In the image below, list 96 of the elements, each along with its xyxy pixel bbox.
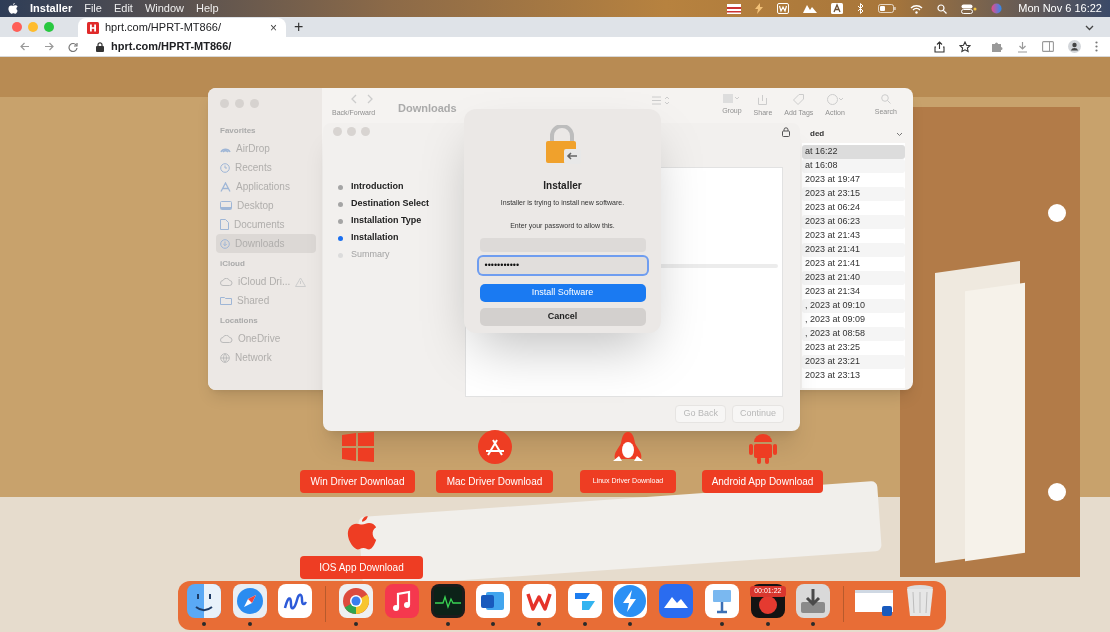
toggle-switches-icon[interactable]: [961, 3, 978, 14]
apple-icon[interactable]: [8, 3, 18, 14]
password-field[interactable]: •••••••••••: [478, 257, 647, 274]
star-icon[interactable]: [959, 40, 971, 53]
date-cell[interactable]: at 16:22: [802, 145, 905, 159]
music-note-icon[interactable]: [384, 584, 419, 618]
url-field[interactable]: hprt.com/HPRT-MT866/: [111, 38, 232, 55]
lock-icon: [782, 126, 790, 137]
sidebar-icon[interactable]: [1042, 41, 1054, 52]
menu-item[interactable]: Edit: [113, 0, 133, 17]
tab-title: hprt.com/HPRT-MT866/: [105, 20, 222, 36]
download-button[interactable]: Win Driver Download: [300, 470, 415, 493]
download-button[interactable]: IOS App Download: [300, 556, 423, 579]
search-icon: [880, 94, 891, 104]
apple-icon: [345, 516, 378, 550]
date-cell[interactable]: , 2023 at 08:58: [802, 327, 905, 341]
chevron-down-icon[interactable]: [1085, 25, 1094, 31]
back-arrow-icon[interactable]: [20, 42, 30, 51]
date-cell[interactable]: 2023 at 21:41: [802, 243, 905, 257]
share-icon: [758, 94, 768, 105]
forward-arrow-icon[interactable]: [44, 42, 54, 51]
sidebar-heading: Locations: [219, 315, 259, 327]
globe-icon: [220, 352, 230, 363]
tag-icon: [793, 94, 805, 105]
bluetooth-icon[interactable]: [857, 3, 865, 14]
striped-flag-icon[interactable]: [727, 3, 742, 14]
favicon-icon: [87, 21, 99, 34]
date-cell[interactable]: 2023 at 23:15: [802, 187, 905, 201]
more-menu-icon[interactable]: [1095, 41, 1098, 52]
date-cell[interactable]: , 2023 at 09:10: [802, 299, 905, 313]
sidebar-heading: Favorites: [219, 125, 257, 137]
sidebar-heading: iCloud: [219, 258, 246, 270]
document-icon[interactable]: [476, 584, 511, 618]
app-store-icon: [477, 430, 512, 464]
clock-icon: [220, 162, 230, 173]
mountain-icon[interactable]: [803, 4, 818, 13]
monitor-icon: [220, 201, 232, 210]
download-circle-icon: [220, 238, 230, 249]
dialog-title: Installer: [543, 179, 582, 193]
cloud-icon: [220, 334, 233, 343]
reload-icon[interactable]: [68, 41, 78, 52]
step-label: Destination Select: [351, 197, 430, 211]
trash-icon[interactable]: [905, 584, 936, 618]
step-label: Introduction: [351, 180, 404, 194]
date-cell[interactable]: at 16:08: [802, 159, 905, 173]
boxed-w-icon[interactable]: [777, 3, 790, 14]
blocks-icon[interactable]: [567, 584, 602, 618]
download-button[interactable]: Android App Download: [702, 470, 823, 493]
boxed-a-icon[interactable]: [831, 3, 844, 14]
search-icon[interactable]: [937, 3, 948, 14]
date-cell[interactable]: 2023 at 23:21: [802, 355, 905, 369]
mountain-icon[interactable]: [659, 584, 694, 618]
document-icon: [220, 219, 229, 230]
penguin-icon: [611, 431, 645, 463]
podium-icon[interactable]: [704, 584, 739, 618]
lightning-icon[interactable]: [755, 3, 764, 14]
menu-app-name[interactable]: Installer: [30, 0, 73, 17]
ellipsis-circle-icon: [826, 94, 844, 105]
date-cell[interactable]: 2023 at 21:40: [802, 271, 905, 285]
menu-item[interactable]: File: [84, 0, 102, 17]
step-label: Summary: [351, 248, 390, 262]
squiggle-icon[interactable]: [278, 584, 313, 618]
folder-icon: [220, 296, 232, 305]
download-button[interactable]: Mac Driver Download: [436, 470, 553, 493]
window-title: Downloads: [398, 101, 457, 116]
download-icon[interactable]: [1017, 40, 1028, 53]
chevron-down-icon: [896, 131, 903, 137]
wifi-icon[interactable]: [910, 3, 924, 14]
grid-icon: [723, 94, 741, 103]
cloud-icon: [220, 277, 233, 286]
menu-item[interactable]: Help: [196, 0, 219, 17]
compass-a-icon: [220, 181, 231, 192]
column-header[interactable]: ded: [802, 125, 905, 143]
four-panes-icon: [341, 432, 374, 462]
share-icon[interactable]: [934, 40, 945, 53]
dialog-button[interactable]: Cancel: [479, 308, 646, 326]
step-label: Installation: [351, 231, 399, 245]
lightning-icon[interactable]: [613, 584, 648, 618]
date-cell[interactable]: 2023 at 06:23: [802, 215, 905, 229]
close-window-button[interactable]: [12, 22, 22, 32]
menu-item[interactable]: Window: [144, 0, 184, 17]
battery-icon[interactable]: [878, 4, 897, 13]
tab-close-button[interactable]: ×: [270, 18, 277, 37]
compass-icon[interactable]: [232, 584, 267, 618]
smiling-face-icon[interactable]: [186, 584, 221, 618]
new-tab-button[interactable]: +: [294, 19, 304, 35]
puzzle-piece-icon[interactable]: [991, 40, 1003, 53]
profile-icon[interactable]: [1068, 40, 1081, 53]
step-label: Installation Type: [351, 214, 422, 228]
browser-tab[interactable]: hprt.com/HPRT-MT866/ ×: [78, 18, 286, 37]
dialog-button[interactable]: Install Software: [479, 284, 646, 302]
waveform-icon[interactable]: [430, 584, 465, 618]
lock-icon[interactable]: [96, 41, 104, 52]
zigzag-icon[interactable]: [522, 584, 556, 618]
menu-bar-clock: Mon Nov 6 16:22: [1018, 1, 1102, 17]
download-box-icon[interactable]: [796, 584, 831, 618]
